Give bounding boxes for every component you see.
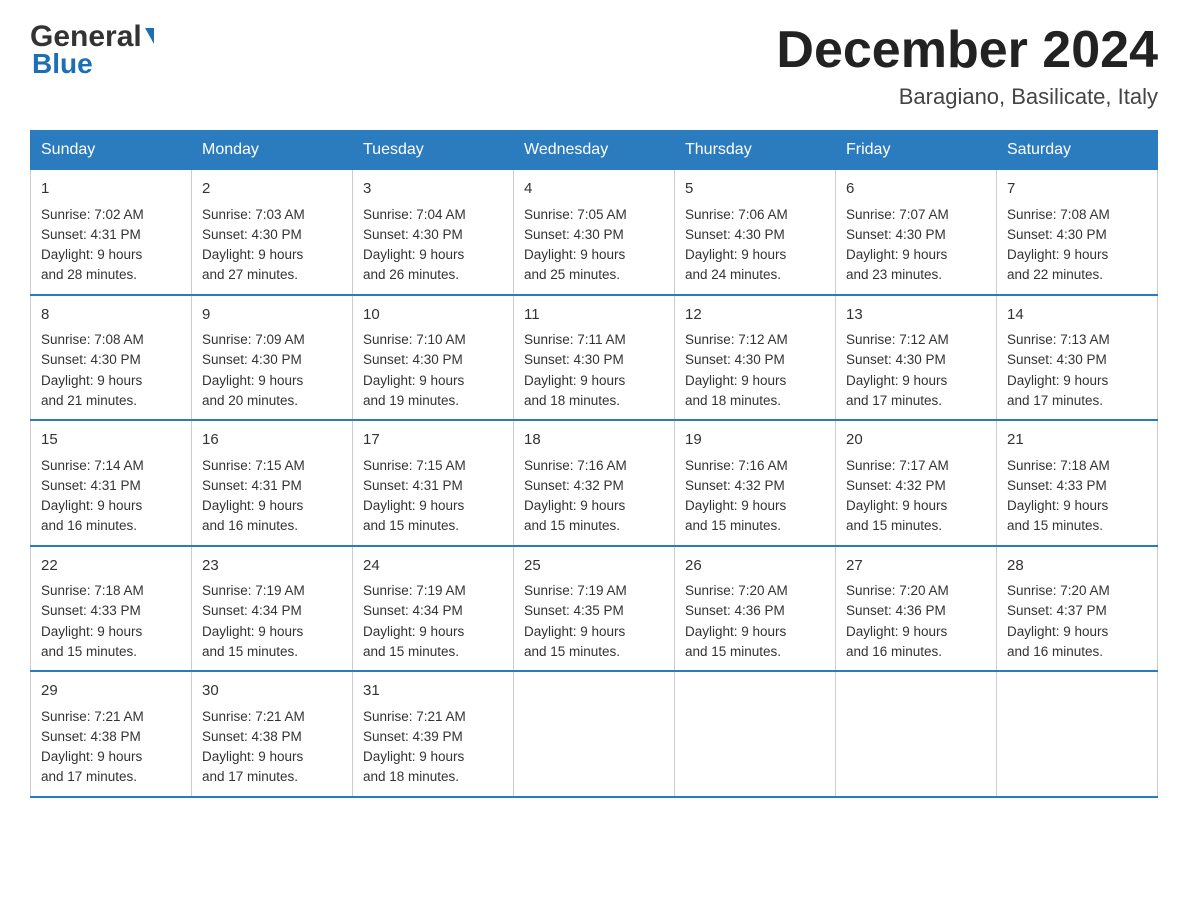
day-number: 15 <box>41 429 181 452</box>
day-number: 5 <box>685 178 825 201</box>
calendar-cell: 10Sunrise: 7:10 AMSunset: 4:30 PMDayligh… <box>353 295 514 421</box>
day-number: 16 <box>202 429 342 452</box>
header-tuesday: Tuesday <box>353 131 514 170</box>
day-number: 21 <box>1007 429 1147 452</box>
header-thursday: Thursday <box>675 131 836 170</box>
day-number: 14 <box>1007 304 1147 327</box>
day-number: 23 <box>202 555 342 578</box>
calendar-cell <box>514 671 675 797</box>
calendar-cell: 21Sunrise: 7:18 AMSunset: 4:33 PMDayligh… <box>997 420 1158 546</box>
day-number: 9 <box>202 304 342 327</box>
day-number: 18 <box>524 429 664 452</box>
calendar-week-row: 1Sunrise: 7:02 AMSunset: 4:31 PMDaylight… <box>31 170 1158 295</box>
day-number: 27 <box>846 555 986 578</box>
calendar-cell: 7Sunrise: 7:08 AMSunset: 4:30 PMDaylight… <box>997 170 1158 295</box>
calendar-cell: 16Sunrise: 7:15 AMSunset: 4:31 PMDayligh… <box>192 420 353 546</box>
calendar-cell: 20Sunrise: 7:17 AMSunset: 4:32 PMDayligh… <box>836 420 997 546</box>
calendar-cell: 31Sunrise: 7:21 AMSunset: 4:39 PMDayligh… <box>353 671 514 797</box>
page-subtitle: Baragiano, Basilicate, Italy <box>776 84 1158 110</box>
calendar-week-row: 8Sunrise: 7:08 AMSunset: 4:30 PMDaylight… <box>31 295 1158 421</box>
calendar-cell: 9Sunrise: 7:09 AMSunset: 4:30 PMDaylight… <box>192 295 353 421</box>
calendar-cell: 1Sunrise: 7:02 AMSunset: 4:31 PMDaylight… <box>31 170 192 295</box>
calendar-cell: 25Sunrise: 7:19 AMSunset: 4:35 PMDayligh… <box>514 546 675 672</box>
day-number: 17 <box>363 429 503 452</box>
day-number: 25 <box>524 555 664 578</box>
day-number: 13 <box>846 304 986 327</box>
day-number: 22 <box>41 555 181 578</box>
day-number: 4 <box>524 178 664 201</box>
calendar-cell: 2Sunrise: 7:03 AMSunset: 4:30 PMDaylight… <box>192 170 353 295</box>
calendar-cell: 14Sunrise: 7:13 AMSunset: 4:30 PMDayligh… <box>997 295 1158 421</box>
calendar-cell: 26Sunrise: 7:20 AMSunset: 4:36 PMDayligh… <box>675 546 836 672</box>
calendar-cell: 5Sunrise: 7:06 AMSunset: 4:30 PMDaylight… <box>675 170 836 295</box>
day-number: 7 <box>1007 178 1147 201</box>
calendar-week-row: 15Sunrise: 7:14 AMSunset: 4:31 PMDayligh… <box>31 420 1158 546</box>
header-sunday: Sunday <box>31 131 192 170</box>
calendar-week-row: 22Sunrise: 7:18 AMSunset: 4:33 PMDayligh… <box>31 546 1158 672</box>
title-block: December 2024 Baragiano, Basilicate, Ita… <box>776 20 1158 110</box>
calendar-cell: 17Sunrise: 7:15 AMSunset: 4:31 PMDayligh… <box>353 420 514 546</box>
day-number: 29 <box>41 680 181 703</box>
calendar-cell: 8Sunrise: 7:08 AMSunset: 4:30 PMDaylight… <box>31 295 192 421</box>
day-number: 28 <box>1007 555 1147 578</box>
calendar-cell: 29Sunrise: 7:21 AMSunset: 4:38 PMDayligh… <box>31 671 192 797</box>
calendar-cell: 11Sunrise: 7:11 AMSunset: 4:30 PMDayligh… <box>514 295 675 421</box>
calendar-cell: 28Sunrise: 7:20 AMSunset: 4:37 PMDayligh… <box>997 546 1158 672</box>
header-saturday: Saturday <box>997 131 1158 170</box>
day-number: 19 <box>685 429 825 452</box>
logo-triangle-icon <box>145 28 154 44</box>
calendar-cell: 4Sunrise: 7:05 AMSunset: 4:30 PMDaylight… <box>514 170 675 295</box>
calendar-cell: 30Sunrise: 7:21 AMSunset: 4:38 PMDayligh… <box>192 671 353 797</box>
logo-blue: Blue <box>32 48 93 80</box>
day-number: 30 <box>202 680 342 703</box>
day-number: 1 <box>41 178 181 201</box>
page-title: December 2024 <box>776 20 1158 80</box>
day-number: 26 <box>685 555 825 578</box>
day-number: 10 <box>363 304 503 327</box>
calendar-cell: 24Sunrise: 7:19 AMSunset: 4:34 PMDayligh… <box>353 546 514 672</box>
day-number: 24 <box>363 555 503 578</box>
day-number: 3 <box>363 178 503 201</box>
calendar-cell: 23Sunrise: 7:19 AMSunset: 4:34 PMDayligh… <box>192 546 353 672</box>
calendar-header-row: SundayMondayTuesdayWednesdayThursdayFrid… <box>31 131 1158 170</box>
day-number: 20 <box>846 429 986 452</box>
calendar-cell: 27Sunrise: 7:20 AMSunset: 4:36 PMDayligh… <box>836 546 997 672</box>
day-number: 6 <box>846 178 986 201</box>
day-number: 11 <box>524 304 664 327</box>
calendar-table: SundayMondayTuesdayWednesdayThursdayFrid… <box>30 130 1158 798</box>
header-wednesday: Wednesday <box>514 131 675 170</box>
calendar-cell: 12Sunrise: 7:12 AMSunset: 4:30 PMDayligh… <box>675 295 836 421</box>
day-number: 2 <box>202 178 342 201</box>
day-number: 8 <box>41 304 181 327</box>
day-number: 31 <box>363 680 503 703</box>
calendar-cell: 19Sunrise: 7:16 AMSunset: 4:32 PMDayligh… <box>675 420 836 546</box>
calendar-cell: 18Sunrise: 7:16 AMSunset: 4:32 PMDayligh… <box>514 420 675 546</box>
day-number: 12 <box>685 304 825 327</box>
calendar-cell <box>836 671 997 797</box>
calendar-cell: 3Sunrise: 7:04 AMSunset: 4:30 PMDaylight… <box>353 170 514 295</box>
calendar-cell: 22Sunrise: 7:18 AMSunset: 4:33 PMDayligh… <box>31 546 192 672</box>
calendar-cell: 6Sunrise: 7:07 AMSunset: 4:30 PMDaylight… <box>836 170 997 295</box>
calendar-week-row: 29Sunrise: 7:21 AMSunset: 4:38 PMDayligh… <box>31 671 1158 797</box>
logo: General Blue <box>30 20 154 80</box>
page-header: General Blue December 2024 Baragiano, Ba… <box>30 20 1158 110</box>
header-friday: Friday <box>836 131 997 170</box>
calendar-cell: 13Sunrise: 7:12 AMSunset: 4:30 PMDayligh… <box>836 295 997 421</box>
calendar-cell <box>675 671 836 797</box>
calendar-cell <box>997 671 1158 797</box>
header-monday: Monday <box>192 131 353 170</box>
calendar-cell: 15Sunrise: 7:14 AMSunset: 4:31 PMDayligh… <box>31 420 192 546</box>
